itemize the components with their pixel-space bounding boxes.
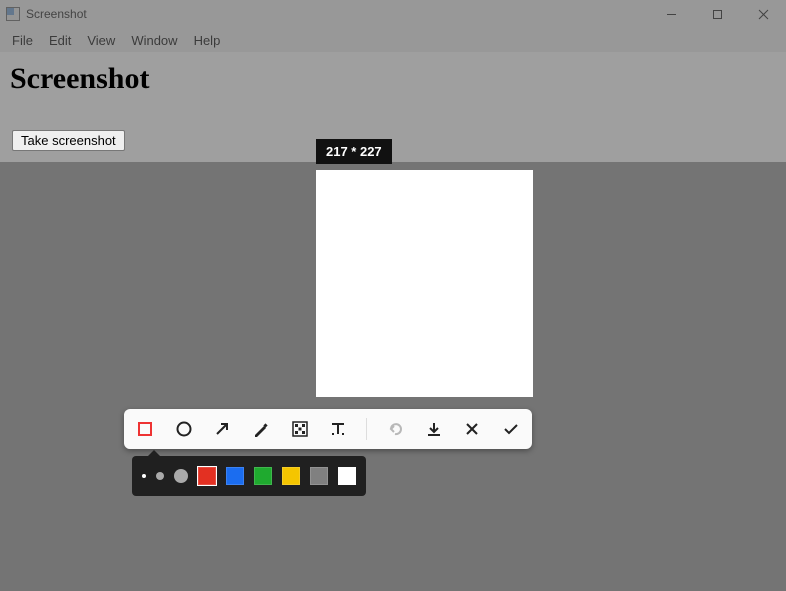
color-swatch-red[interactable]: [198, 467, 216, 485]
color-swatch-blue[interactable]: [226, 467, 244, 485]
confirm-button[interactable]: [500, 418, 522, 440]
arrow-tool[interactable]: [211, 418, 233, 440]
annotation-toolbar: [124, 409, 532, 449]
selection-area[interactable]: [316, 170, 533, 397]
brush-size-small[interactable]: [142, 474, 146, 478]
mosaic-tool[interactable]: [289, 418, 311, 440]
page-title: Screenshot: [10, 62, 149, 96]
save-button[interactable]: [423, 418, 445, 440]
selection-size-badge: 217 * 227: [316, 139, 392, 164]
pencil-tool[interactable]: [250, 418, 272, 440]
ellipse-tool[interactable]: [173, 418, 195, 440]
cancel-button[interactable]: [462, 418, 484, 440]
color-swatch-gray[interactable]: [310, 467, 328, 485]
tool-options-bar: [132, 456, 366, 496]
color-swatch-white[interactable]: [338, 467, 356, 485]
rectangle-tool[interactable]: [134, 418, 156, 440]
color-swatch-yellow[interactable]: [282, 467, 300, 485]
take-screenshot-button[interactable]: Take screenshot: [12, 130, 125, 151]
toolbar-separator: [366, 418, 367, 440]
brush-size-medium[interactable]: [156, 472, 164, 480]
brush-size-large[interactable]: [174, 469, 188, 483]
text-tool[interactable]: [328, 418, 350, 440]
undo-button[interactable]: [384, 418, 406, 440]
color-swatch-green[interactable]: [254, 467, 272, 485]
